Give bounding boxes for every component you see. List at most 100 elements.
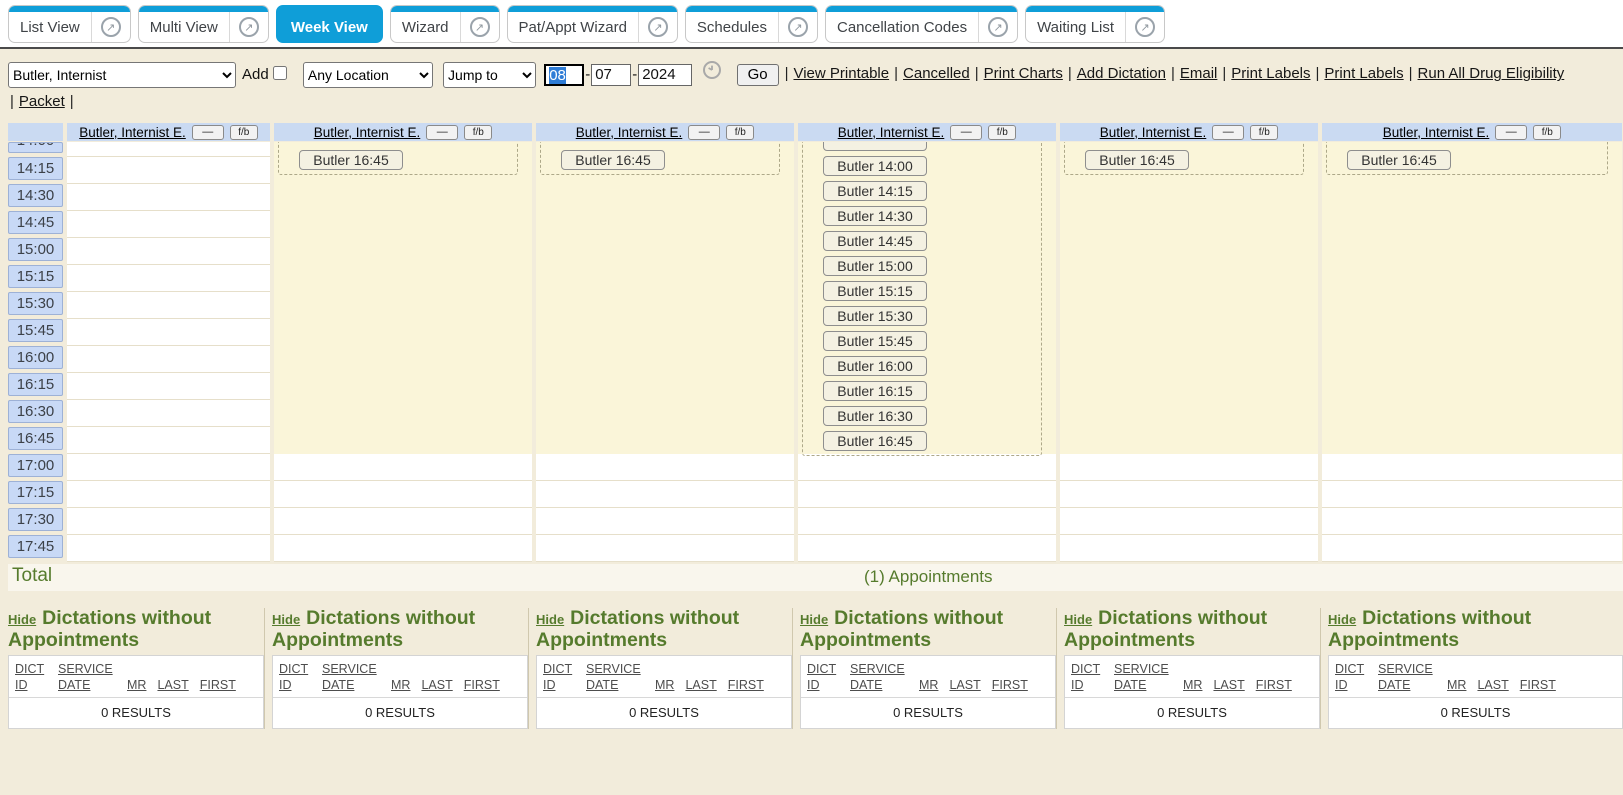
hide-dictations-link[interactable]: Hide [800, 612, 828, 627]
column-sort-link-mr[interactable]: MR [391, 677, 410, 693]
open-in-new-window-button[interactable]: ↗ [1126, 15, 1164, 39]
minimize-column-button[interactable]: — [192, 125, 224, 140]
column-sort-link-last[interactable]: LAST [949, 677, 980, 693]
time-row-cell[interactable] [1060, 535, 1318, 562]
time-row-cell[interactable] [798, 481, 1056, 508]
column-sort-link-mr[interactable]: MR [919, 677, 938, 693]
column-sort-link-last[interactable]: LAST [421, 677, 452, 693]
tab-wizard[interactable]: Wizard↗ [390, 5, 500, 43]
tab-week-view[interactable]: Week View [276, 5, 383, 43]
time-row-cell[interactable] [67, 292, 270, 319]
column-sort-link-first[interactable]: FIRST [1256, 677, 1292, 693]
provider-column-link[interactable]: Butler, Internist E. [838, 125, 945, 140]
column-sort-link-dict-id[interactable]: DICT ID [543, 661, 575, 693]
provider-column-link[interactable]: Butler, Internist E. [576, 125, 683, 140]
tab-list-view[interactable]: List View↗ [8, 5, 131, 43]
forward-back-button[interactable]: f/b [230, 125, 258, 140]
provider-column-link[interactable]: Butler, Internist E. [1383, 125, 1490, 140]
time-row-cell[interactable] [67, 142, 270, 157]
open-in-new-window-button[interactable]: ↗ [92, 15, 130, 39]
time-row-cell[interactable] [67, 265, 270, 292]
clock-icon[interactable] [702, 60, 722, 89]
column-sort-link-dict-id[interactable]: DICT ID [1335, 661, 1367, 693]
appointment-slot-button[interactable]: Butler 15:45 [823, 331, 927, 351]
time-row-cell[interactable] [67, 157, 270, 184]
tab-schedules[interactable]: Schedules↗ [685, 5, 818, 43]
column-sort-link-mr[interactable]: MR [127, 677, 146, 693]
time-row-cell[interactable] [67, 481, 270, 508]
time-row-cell[interactable] [536, 454, 794, 481]
tab-cancellation-codes[interactable]: Cancellation Codes↗ [825, 5, 1018, 43]
time-row-cell[interactable] [1322, 535, 1622, 562]
location-select[interactable]: Any Location [303, 62, 433, 88]
time-row-cell[interactable] [274, 535, 532, 562]
column-sort-link-last[interactable]: LAST [1213, 677, 1244, 693]
jump-to-select[interactable]: Jump to [443, 62, 536, 88]
provider-select[interactable]: Butler, Internist [8, 62, 236, 88]
time-row-cell[interactable] [1322, 481, 1622, 508]
open-in-new-window-button[interactable]: ↗ [779, 15, 817, 39]
link-print-labels[interactable]: Print Labels [1324, 65, 1403, 82]
link-add-dictation[interactable]: Add Dictation [1077, 65, 1166, 82]
minimize-column-button[interactable]: — [426, 125, 458, 140]
hide-dictations-link[interactable]: Hide [272, 612, 300, 627]
appointment-slot-button[interactable]: Butler 15:15 [823, 281, 927, 301]
forward-back-button[interactable]: f/b [988, 125, 1016, 140]
appointment-slot-button[interactable]: Butler 16:45 [1085, 150, 1189, 170]
link-print-labels[interactable]: Print Labels [1231, 65, 1310, 82]
time-row-cell[interactable] [67, 211, 270, 238]
time-row-cell[interactable] [798, 535, 1056, 562]
minimize-column-button[interactable]: — [1212, 125, 1244, 140]
date-month-input[interactable]: 08 [544, 64, 584, 86]
appointment-slot-button[interactable]: Butler 16:45 [561, 150, 665, 170]
day-column-4[interactable]: Butler 14:00Butler 14:15Butler 14:30Butl… [798, 142, 1056, 562]
column-sort-link-last[interactable]: LAST [157, 677, 188, 693]
minimize-column-button[interactable]: — [950, 125, 982, 140]
time-row-cell[interactable] [536, 508, 794, 535]
time-row-cell[interactable] [67, 535, 270, 562]
time-row-cell[interactable] [536, 481, 794, 508]
time-row-cell[interactable] [1060, 508, 1318, 535]
column-sort-link-service-date[interactable]: SERVICE DATE [1114, 661, 1172, 693]
minimize-column-button[interactable]: — [1495, 125, 1527, 140]
column-sort-link-mr[interactable]: MR [1447, 677, 1466, 693]
hide-dictations-link[interactable]: Hide [536, 612, 564, 627]
appointment-slot-button[interactable]: Butler 16:45 [1347, 150, 1451, 170]
column-sort-link-dict-id[interactable]: DICT ID [15, 661, 47, 693]
time-row-cell[interactable] [536, 535, 794, 562]
open-in-new-window-button[interactable]: ↗ [230, 15, 268, 39]
tab-multi-view[interactable]: Multi View↗ [138, 5, 269, 43]
time-row-cell[interactable] [67, 238, 270, 265]
appointment-slot-button[interactable]: Butler 16:45 [299, 150, 403, 170]
day-column-3[interactable]: Butler 16:45 [536, 142, 794, 562]
column-sort-link-first[interactable]: FIRST [992, 677, 1028, 693]
column-sort-link-dict-id[interactable]: DICT ID [279, 661, 311, 693]
column-sort-link-service-date[interactable]: SERVICE DATE [322, 661, 380, 693]
appointment-slot-button[interactable]: Butler 15:30 [823, 306, 927, 326]
appointment-slot-button[interactable]: Butler 14:00 [823, 156, 927, 176]
time-row-cell[interactable] [274, 454, 532, 481]
column-sort-link-last[interactable]: LAST [685, 677, 716, 693]
time-row-cell[interactable] [798, 454, 1056, 481]
link-view-printable[interactable]: View Printable [793, 65, 889, 82]
time-row-cell[interactable] [274, 508, 532, 535]
appointment-slot-button[interactable]: Butler 16:15 [823, 381, 927, 401]
link-run-all-drug-eligibility[interactable]: Run All Drug Eligibility [1418, 65, 1565, 82]
day-column-1[interactable] [67, 142, 270, 562]
column-sort-link-dict-id[interactable]: DICT ID [1071, 661, 1103, 693]
hide-dictations-link[interactable]: Hide [1328, 612, 1356, 627]
column-sort-link-service-date[interactable]: SERVICE DATE [1378, 661, 1436, 693]
column-sort-link-mr[interactable]: MR [655, 677, 674, 693]
link-email[interactable]: Email [1180, 65, 1218, 82]
minimize-column-button[interactable]: — [688, 125, 720, 140]
time-row-cell[interactable] [1060, 481, 1318, 508]
day-column-5[interactable]: Butler 16:45 [1060, 142, 1318, 562]
appointment-slot-button[interactable]: Butler 16:00 [823, 356, 927, 376]
time-row-cell[interactable] [798, 508, 1056, 535]
link-cancelled[interactable]: Cancelled [903, 65, 970, 82]
time-row-cell[interactable] [67, 508, 270, 535]
column-sort-link-service-date[interactable]: SERVICE DATE [586, 661, 644, 693]
date-day-input[interactable]: 07 [591, 64, 631, 86]
hide-dictations-link[interactable]: Hide [1064, 612, 1092, 627]
time-row-cell[interactable] [1322, 454, 1622, 481]
